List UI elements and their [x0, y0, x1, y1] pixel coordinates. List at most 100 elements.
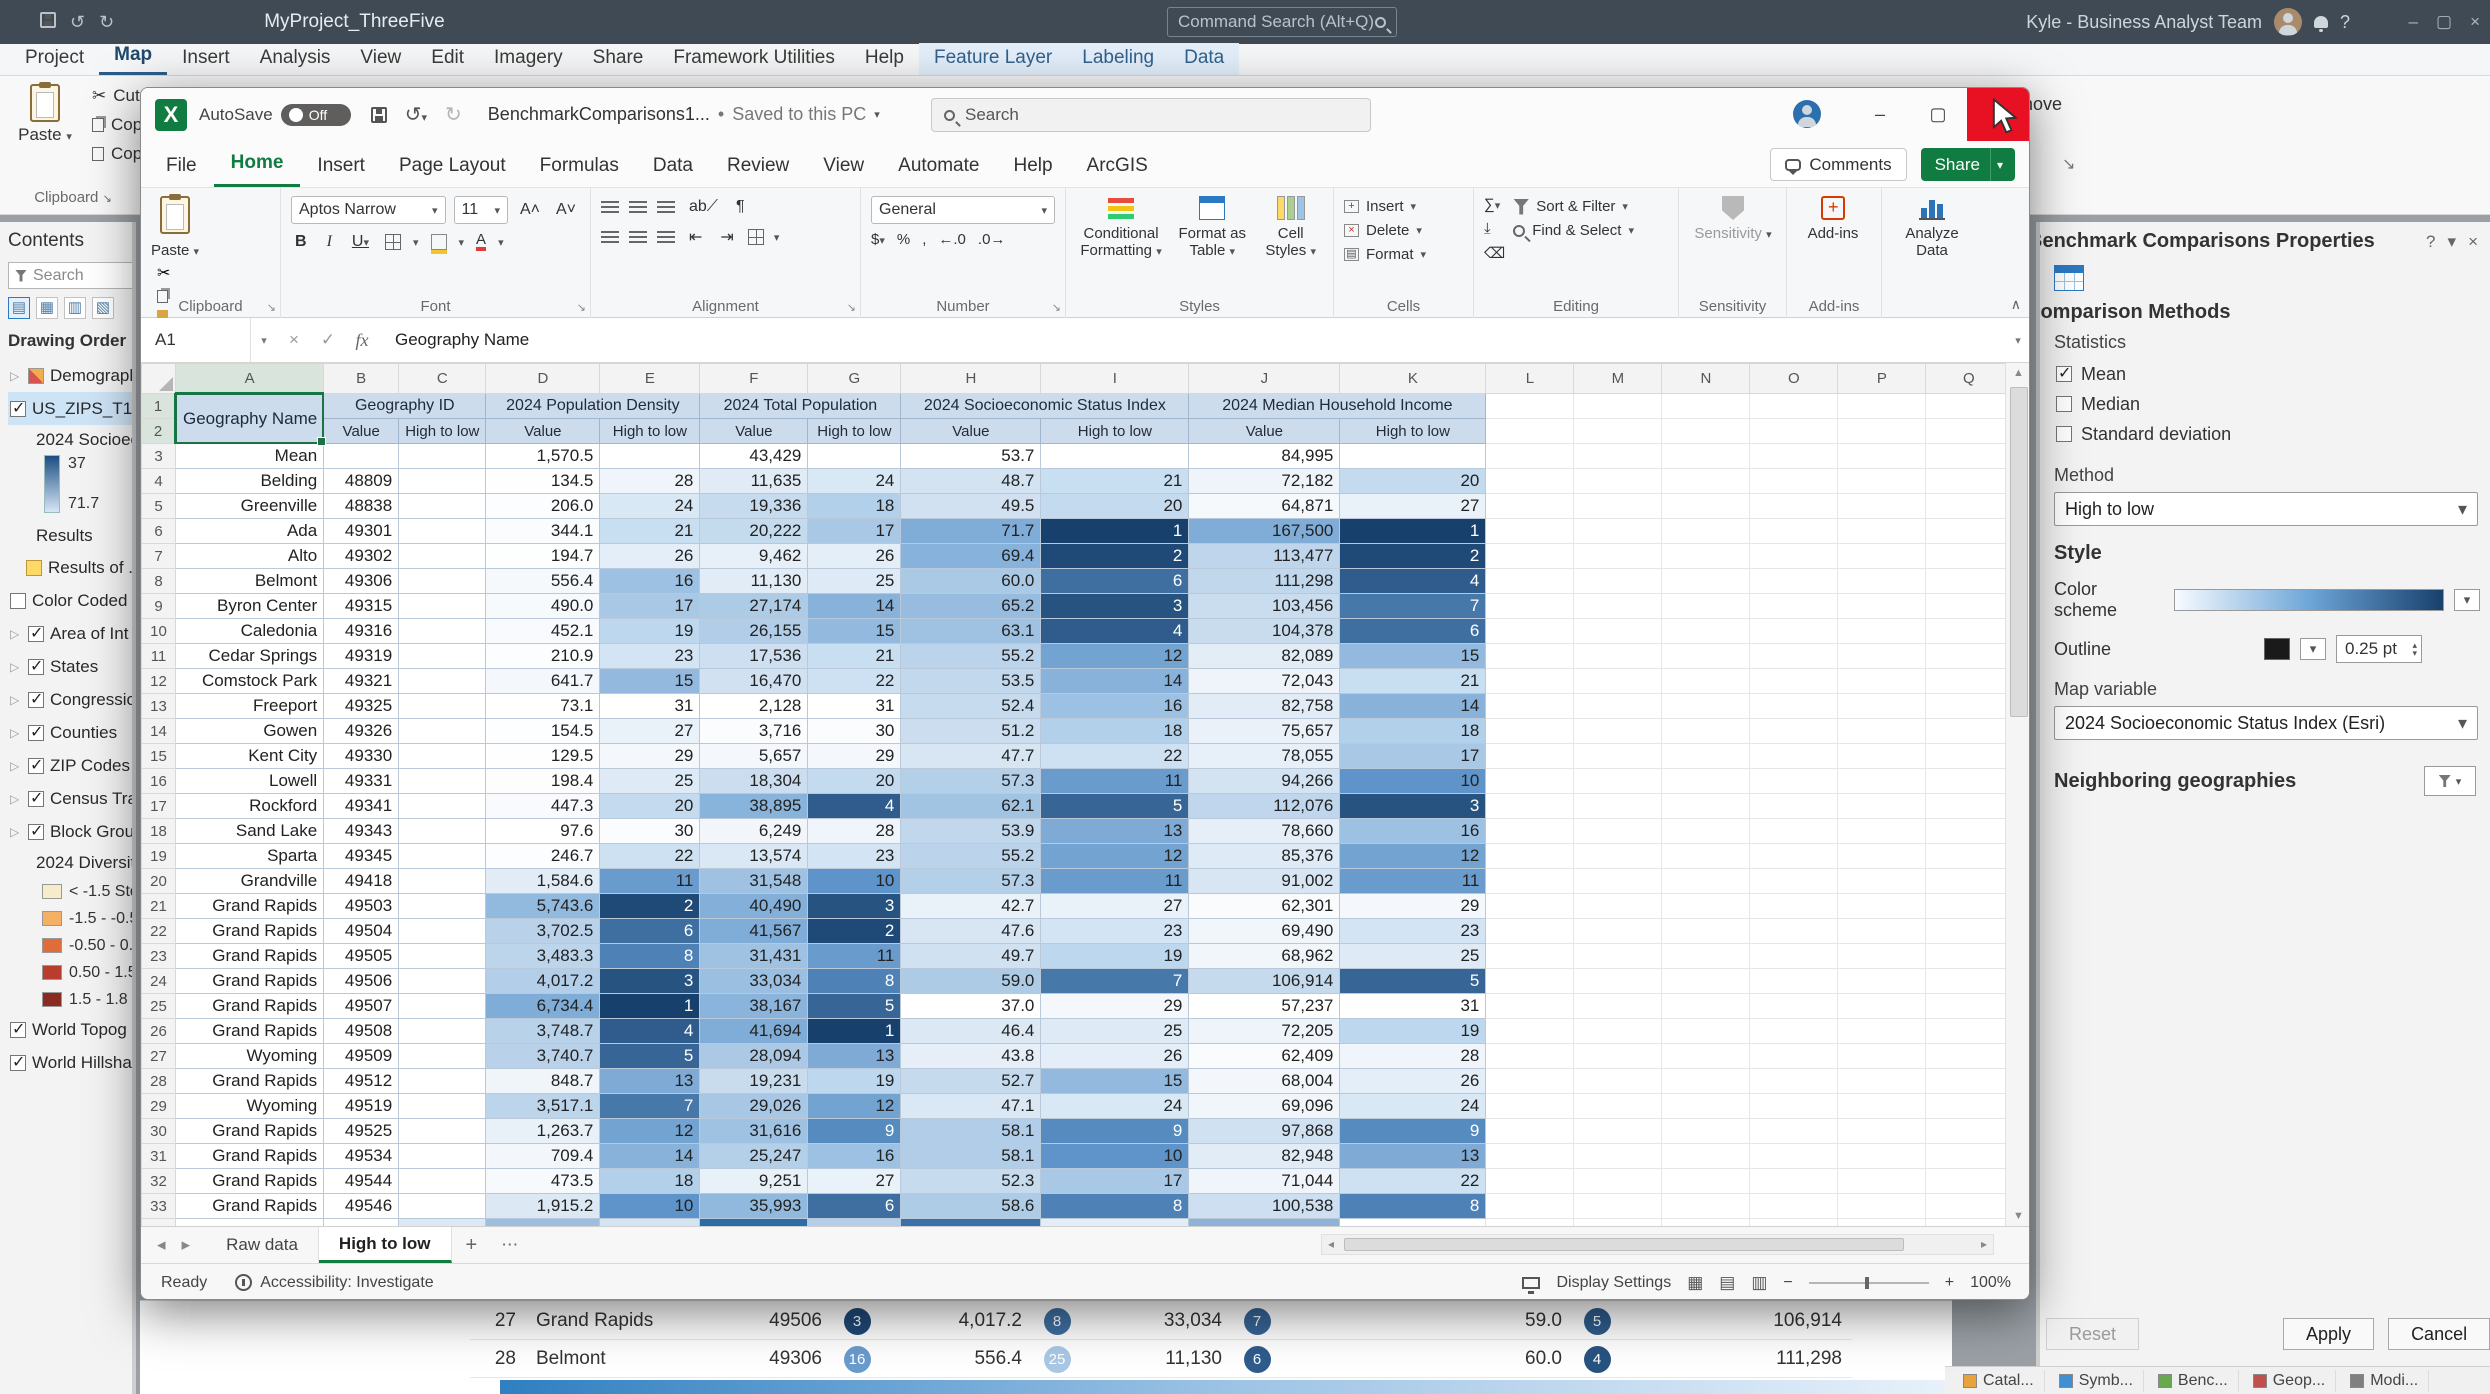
expand-icon[interactable]: ▷: [10, 369, 22, 383]
row-header-34[interactable]: 34: [142, 1219, 176, 1227]
grid-cell[interactable]: [1838, 669, 1926, 694]
next-sheet-icon[interactable]: ▸: [182, 1235, 191, 1255]
list-by-editing-icon[interactable]: ▧: [92, 297, 114, 319]
rank-cell[interactable]: 11: [1340, 869, 1486, 894]
rank-cell[interactable]: 14: [1041, 669, 1189, 694]
rank-cell[interactable]: 13: [1340, 1144, 1486, 1169]
maximize-button[interactable]: ▢: [1909, 88, 1967, 141]
grid-cell[interactable]: [1750, 1019, 1838, 1044]
value-cell[interactable]: 31,616: [700, 1119, 808, 1144]
grid-cell[interactable]: [1574, 419, 1662, 444]
grid-cell[interactable]: [1838, 644, 1926, 669]
grid-cell[interactable]: [1750, 619, 1838, 644]
rank-cell[interactable]: 13: [1041, 819, 1189, 844]
rank-cell[interactable]: 9: [1340, 1119, 1486, 1144]
grid-cell[interactable]: [1574, 894, 1662, 919]
grid-cell[interactable]: [1662, 819, 1750, 844]
value-cell[interactable]: 47.6: [901, 919, 1041, 944]
value-cell[interactable]: 16,470: [700, 669, 808, 694]
rank-cell[interactable]: 11: [1041, 869, 1189, 894]
value-cell[interactable]: 556.4: [486, 569, 600, 594]
borders-icon[interactable]: [385, 234, 401, 250]
header-2024-socioeconomic-status-index[interactable]: 2024 Socioeconomic Status Index: [901, 394, 1189, 419]
rank-cell[interactable]: 18: [600, 1169, 700, 1194]
row-header-28[interactable]: 28: [142, 1069, 176, 1094]
geography-name-cell[interactable]: Caledonia: [176, 619, 324, 644]
rank-cell[interactable]: 18: [808, 494, 901, 519]
grid-cell[interactable]: [1838, 1094, 1926, 1119]
grid-cell[interactable]: [1750, 1194, 1838, 1219]
grid-cell[interactable]: [1750, 444, 1838, 469]
grid-cell[interactable]: [1574, 844, 1662, 869]
row-header-15[interactable]: 15: [142, 744, 176, 769]
geography-name-cell[interactable]: Grand Rapids: [176, 1119, 324, 1144]
grid-cell[interactable]: [1750, 1119, 1838, 1144]
font-size-combo[interactable]: 11▾: [454, 196, 508, 224]
geography-id-cell[interactable]: 49544: [324, 1169, 399, 1194]
zoom-out-icon[interactable]: −: [1783, 1274, 1792, 1292]
grid-cell[interactable]: [1750, 819, 1838, 844]
zoom-in-icon[interactable]: +: [1945, 1274, 1954, 1292]
column-header-D[interactable]: D: [486, 364, 600, 394]
grid-cell[interactable]: [1662, 594, 1750, 619]
excel-tab-file[interactable]: File: [149, 147, 214, 187]
grid-cell[interactable]: [1574, 519, 1662, 544]
row-header-14[interactable]: 14: [142, 719, 176, 744]
grid-cell[interactable]: [1750, 944, 1838, 969]
grid-cell[interactable]: [1926, 894, 2012, 919]
increase-font-icon[interactable]: A˄: [516, 199, 544, 221]
dock-tab-benc[interactable]: Benc...: [2148, 1370, 2239, 1392]
dialog-launcher-icon[interactable]: ↘: [1052, 301, 1061, 314]
layer-checkbox[interactable]: [28, 626, 44, 642]
paste-button[interactable]: Paste ▾: [14, 84, 76, 145]
grid-cell[interactable]: [176, 1219, 324, 1227]
list-by-drawing-order-icon[interactable]: ▤: [8, 297, 30, 319]
dock-tab-geop[interactable]: Geop...: [2243, 1370, 2336, 1392]
grid-cell[interactable]: [1838, 944, 1926, 969]
grid-cell[interactable]: [1662, 1169, 1750, 1194]
rank-cell[interactable]: 4: [1340, 569, 1486, 594]
value-cell[interactable]: 52.7: [901, 1069, 1041, 1094]
rank-cell[interactable]: 29: [1340, 894, 1486, 919]
grid-cell[interactable]: [1926, 444, 2012, 469]
grid-cell[interactable]: [1574, 719, 1662, 744]
grid-cell[interactable]: [1662, 769, 1750, 794]
format-cells-button[interactable]: ▤Format ▾: [1344, 246, 1463, 263]
stepper-arrows[interactable]: ▴▾: [2412, 641, 2417, 657]
value-cell[interactable]: 91,002: [1189, 869, 1340, 894]
rank-cell[interactable]: 5: [1340, 969, 1486, 994]
rank-cell[interactable]: 8: [1041, 1194, 1189, 1219]
rank-cell[interactable]: 15: [808, 619, 901, 644]
grid-cell[interactable]: [901, 1219, 1041, 1227]
align-right-icon[interactable]: [657, 231, 675, 244]
column-header-C[interactable]: C: [399, 364, 486, 394]
rank-cell[interactable]: 31: [1340, 994, 1486, 1019]
value-cell[interactable]: 52.3: [901, 1169, 1041, 1194]
grid-cell[interactable]: [1662, 994, 1750, 1019]
subheader-value[interactable]: Value: [324, 419, 399, 444]
preview-table-row[interactable]: 28Belmont4930616556.42511,130660.04111,2…: [470, 1341, 1852, 1378]
grid-cell[interactable]: [1574, 994, 1662, 1019]
rank-cell[interactable]: 16: [808, 1144, 901, 1169]
rank-cell[interactable]: 5: [600, 1044, 700, 1069]
grid-cell[interactable]: [1750, 394, 1838, 419]
geography-name-cell[interactable]: Grand Rapids: [176, 944, 324, 969]
arcgis-tab-imagery[interactable]: Imagery: [479, 43, 578, 75]
autosum-icon[interactable]: ∑▾: [1484, 196, 1505, 213]
value-cell[interactable]: 1,915.2: [486, 1194, 600, 1219]
geography-id-cell[interactable]: 49525: [324, 1119, 399, 1144]
row-header-24[interactable]: 24: [142, 969, 176, 994]
geography-id-cell[interactable]: 49315: [324, 594, 399, 619]
grid-cell[interactable]: [1662, 419, 1750, 444]
rank-cell[interactable]: 2: [808, 919, 901, 944]
zoom-level[interactable]: 100%: [1970, 1274, 2011, 1292]
grid-cell[interactable]: [1662, 644, 1750, 669]
insert-cells-button[interactable]: +Insert ▾: [1344, 198, 1463, 215]
vertical-scrollbar[interactable]: ▲ ▼: [2005, 363, 2030, 1226]
layer-checkbox[interactable]: [10, 401, 26, 417]
grid-cell[interactable]: [399, 469, 486, 494]
arcgis-contextual-tab-feature-layer[interactable]: Feature Layer: [919, 43, 1067, 75]
align-middle-icon[interactable]: [629, 201, 647, 214]
grid-cell[interactable]: [1574, 694, 1662, 719]
value-cell[interactable]: 4,017.2: [486, 969, 600, 994]
